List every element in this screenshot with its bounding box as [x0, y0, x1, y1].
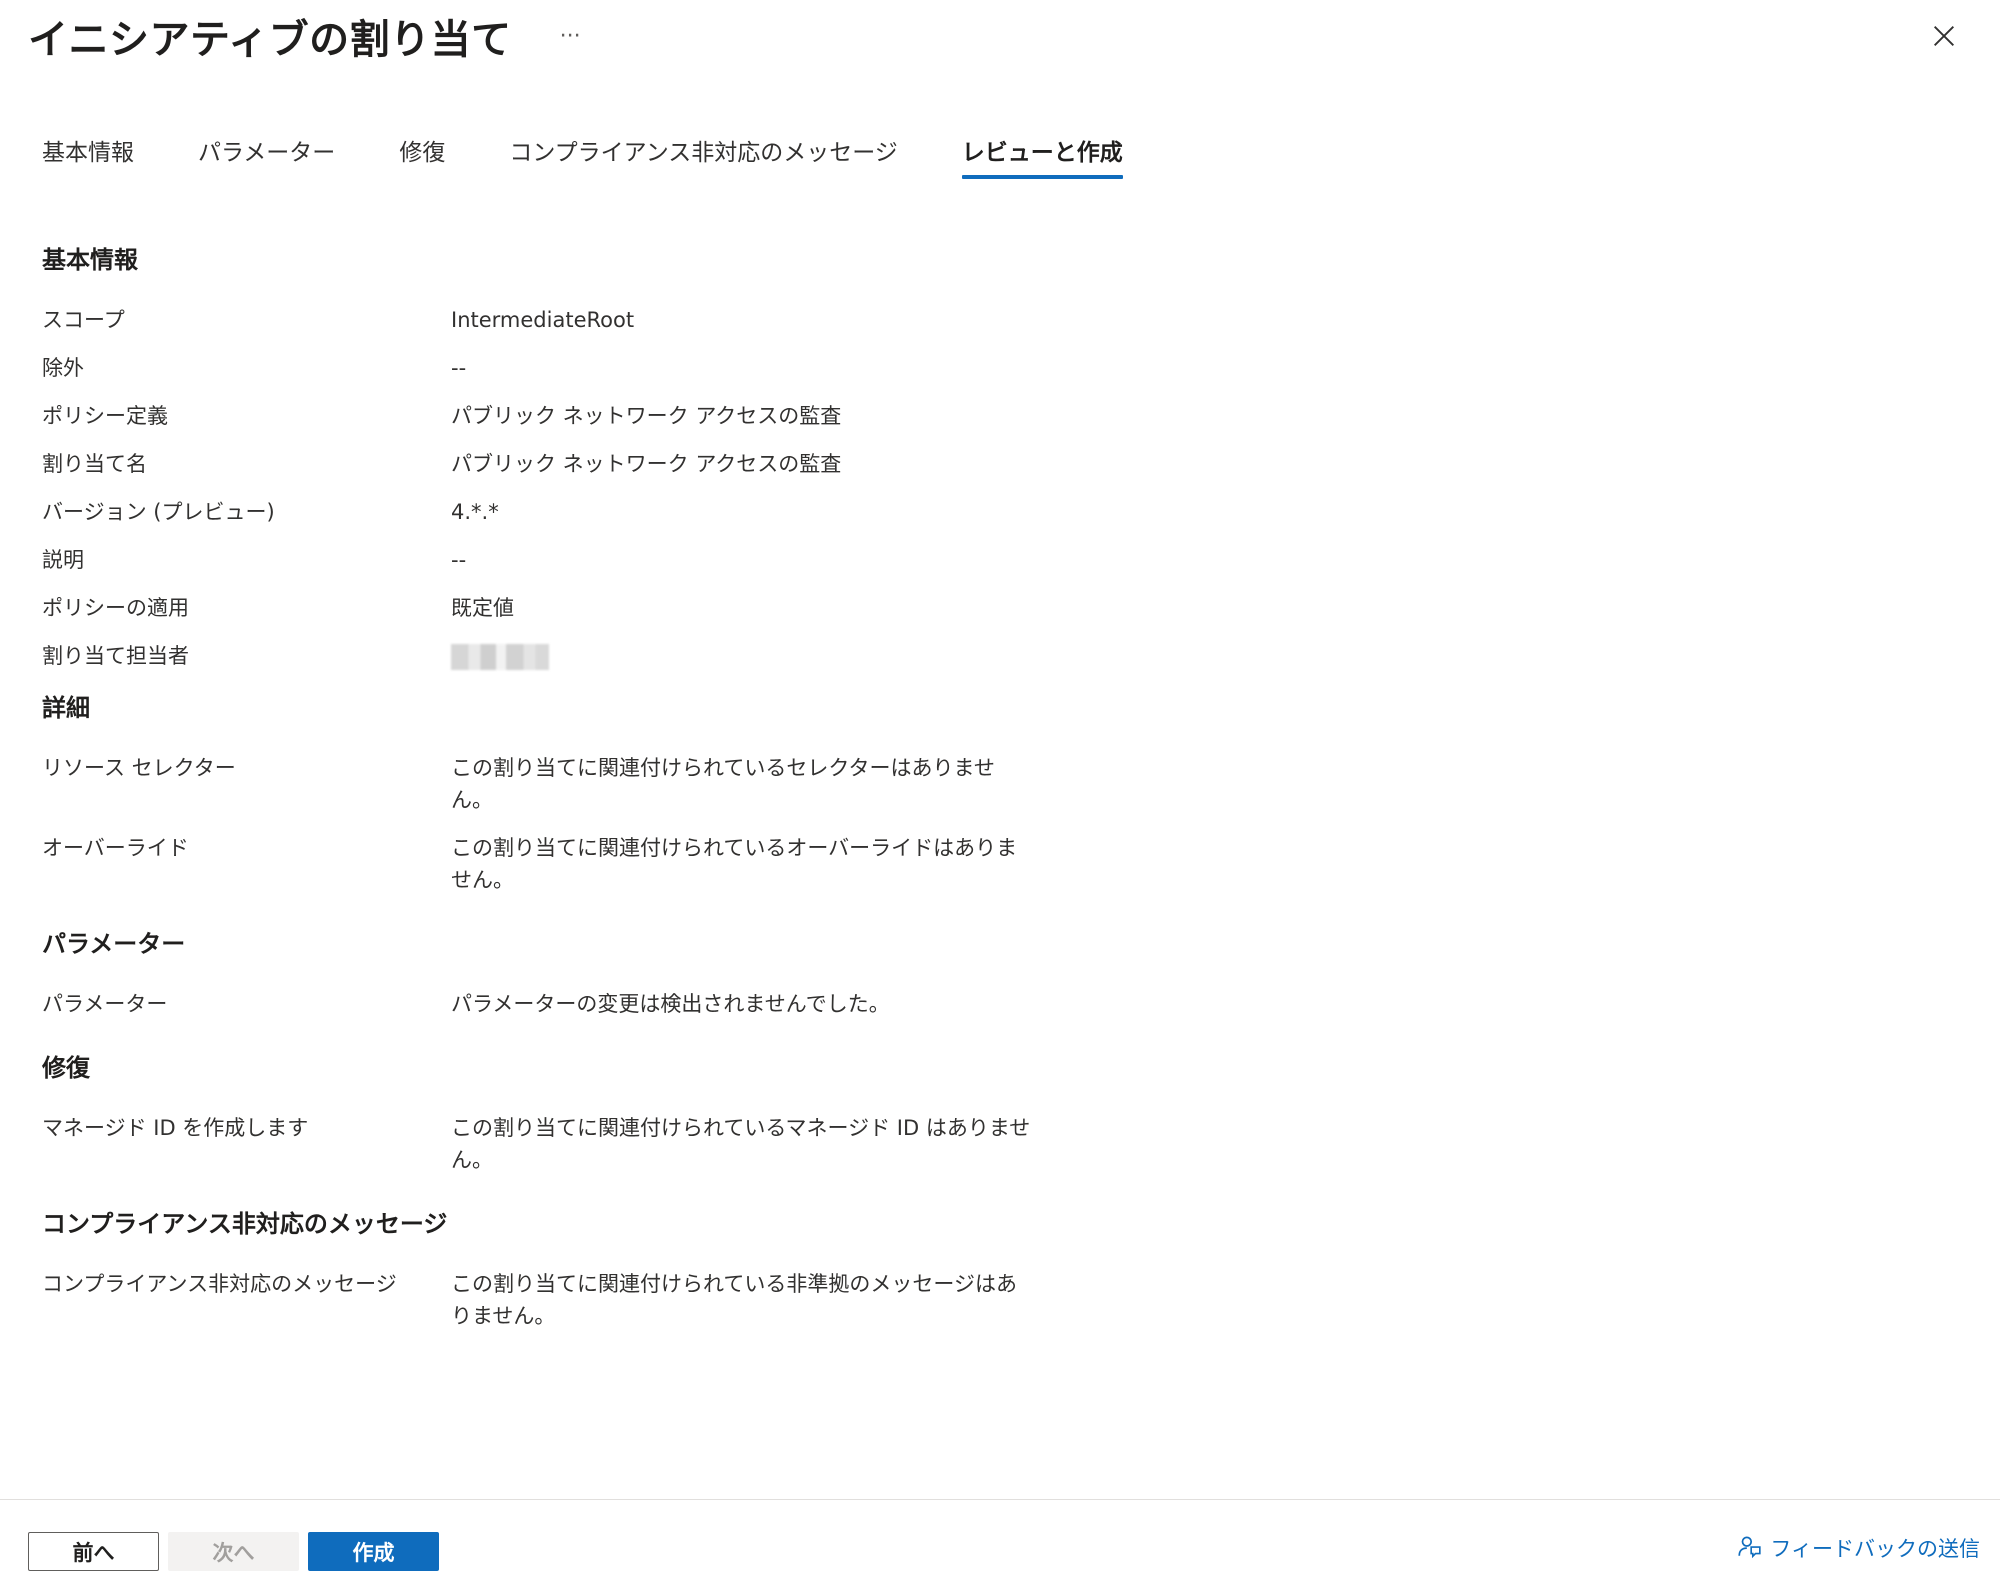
row-label: 除外	[42, 356, 84, 380]
row-label: 割り当て担当者	[42, 644, 189, 668]
row-value: --	[451, 548, 467, 572]
row-label: バージョン (プレビュー)	[42, 500, 275, 524]
tab-remediation[interactable]: 修復	[399, 125, 445, 181]
row-value: この割り当てに関連付けられている非準拠のメッセージはありません。	[451, 1272, 1017, 1328]
row-label: リソース セレクター	[42, 756, 236, 780]
row-label: 割り当て名	[42, 452, 147, 476]
section-title: 基本情報	[42, 246, 138, 274]
feedback-link[interactable]: フィードバックの送信	[1736, 1532, 1980, 1564]
feedback-label: フィードバックの送信	[1770, 1537, 1980, 1561]
row-label: ポリシー定義	[42, 404, 168, 428]
feedback-icon	[1736, 1533, 1770, 1564]
create-button[interactable]: 作成	[308, 1532, 439, 1571]
page-title: イニシアティブの割り当て	[28, 17, 512, 63]
row-value: この割り当てに関連付けられているオーバーライドはありません。	[451, 836, 1018, 892]
row-description: 説明 --	[42, 544, 1142, 592]
row-value: この割り当てに関連付けられているマネージド ID はありません。	[451, 1116, 1031, 1172]
row-value: 既定値	[451, 596, 514, 620]
section-basics: 基本情報 スコープ IntermediateRoot 除外 -- ポリシー定義 …	[42, 240, 1142, 688]
tab-noncompliance-messages[interactable]: コンプライアンス非対応のメッセージ	[509, 125, 897, 181]
section-title: 修復	[42, 1054, 90, 1082]
row-label: マネージド ID を作成します	[42, 1116, 309, 1140]
row-overrides: オーバーライド この割り当てに関連付けられているオーバーライドはありません。	[42, 832, 1142, 912]
row-value: パブリック ネットワーク アクセスの監査	[451, 452, 842, 476]
row-version: バージョン (プレビュー) 4.*.*	[42, 496, 1142, 544]
section-noncompliance: コンプライアンス非対応のメッセージ コンプライアンス非対応のメッセージ この割り…	[42, 1204, 1142, 1348]
row-policy-definition: ポリシー定義 パブリック ネットワーク アクセスの監査	[42, 400, 1142, 448]
row-noncompliance-message: コンプライアンス非対応のメッセージ この割り当てに関連付けられている非準拠のメッ…	[42, 1268, 1142, 1348]
row-value: この割り当てに関連付けられているセレクターはありません。	[451, 756, 995, 812]
next-button[interactable]: 次へ	[168, 1532, 299, 1571]
section-details: 詳細 リソース セレクター この割り当てに関連付けられているセレクターはありませ…	[42, 688, 1142, 912]
row-scope: スコープ IntermediateRoot	[42, 304, 1142, 352]
row-label: パラメーター	[42, 992, 168, 1016]
section-title: パラメーター	[42, 930, 186, 958]
row-resource-selectors: リソース セレクター この割り当てに関連付けられているセレクターはありません。	[42, 752, 1142, 832]
tab-review-create[interactable]: レビューと作成	[961, 125, 1123, 181]
section-title: コンプライアンス非対応のメッセージ	[42, 1210, 448, 1238]
row-label: 説明	[42, 548, 84, 572]
row-label: ポリシーの適用	[42, 596, 189, 620]
row-value: IntermediateRoot	[451, 308, 635, 332]
close-icon[interactable]	[1930, 22, 1958, 50]
row-value	[451, 640, 1031, 688]
row-value: パラメーターの変更は検出されませんでした。	[451, 992, 890, 1016]
row-value: パブリック ネットワーク アクセスの監査	[451, 404, 842, 428]
row-exclusions: 除外 --	[42, 352, 1142, 400]
row-label: オーバーライド	[42, 836, 189, 860]
row-value: --	[451, 356, 467, 380]
more-icon[interactable]: ···	[554, 20, 587, 53]
tab-bar: 基本情報 パラメーター 修復 コンプライアンス非対応のメッセージ レビューと作成	[42, 125, 1187, 181]
redacted-value	[451, 644, 549, 670]
footer-divider	[0, 1499, 2000, 1500]
row-parameters: パラメーター パラメーターの変更は検出されませんでした。	[42, 988, 1142, 1036]
review-content: 基本情報 スコープ IntermediateRoot 除外 -- ポリシー定義 …	[42, 240, 1142, 1348]
row-label: スコープ	[42, 308, 125, 332]
tab-basics[interactable]: 基本情報	[42, 125, 134, 181]
blade-header: イニシアティブの割り当て ···	[28, 6, 587, 66]
row-managed-identity: マネージド ID を作成します この割り当てに関連付けられているマネージド ID…	[42, 1112, 1142, 1192]
row-value: 4.*.*	[451, 500, 499, 524]
footer-actions: 前へ 次へ 作成	[28, 1532, 448, 1571]
section-title: 詳細	[42, 694, 90, 722]
section-parameters: パラメーター パラメーター パラメーターの変更は検出されませんでした。	[42, 924, 1142, 1036]
row-label: コンプライアンス非対応のメッセージ	[42, 1272, 397, 1296]
row-assignment-name: 割り当て名 パブリック ネットワーク アクセスの監査	[42, 448, 1142, 496]
row-enforcement: ポリシーの適用 既定値	[42, 592, 1142, 640]
previous-button[interactable]: 前へ	[28, 1532, 159, 1571]
section-remediation: 修復 マネージド ID を作成します この割り当てに関連付けられているマネージド…	[42, 1048, 1142, 1192]
tab-parameters[interactable]: パラメーター	[198, 125, 335, 181]
row-assigned-by: 割り当て担当者	[42, 640, 1142, 688]
